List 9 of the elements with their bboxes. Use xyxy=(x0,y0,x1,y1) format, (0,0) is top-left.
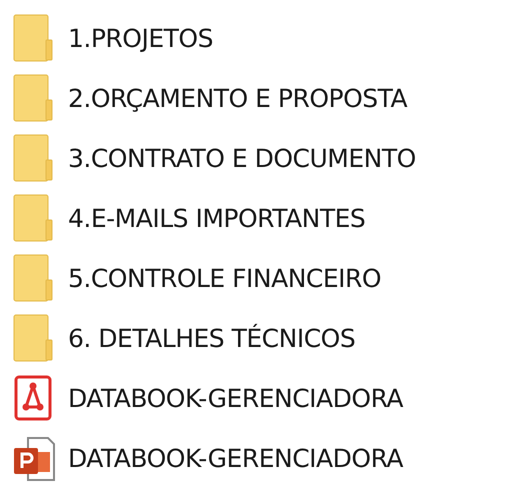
file-name[interactable]: DATABOOK-GERENCIADORA xyxy=(68,444,404,472)
file-name[interactable]: DATABOOK-GERENCIADORA xyxy=(68,384,404,412)
file-name[interactable]: 5.CONTROLE FINANCEIRO xyxy=(68,264,382,292)
file-name[interactable]: 6. DETALHES TÉCNICOS xyxy=(68,324,356,352)
file-name[interactable]: 2.ORÇAMENTO E PROPOSTA xyxy=(68,84,408,112)
file-name[interactable]: 4.E-MAILS IMPORTANTES xyxy=(68,204,366,232)
file-name[interactable]: 1.PROJETOS xyxy=(68,24,213,52)
file-name[interactable]: 3.CONTRATO E DOCUMENTO xyxy=(68,144,416,172)
presentation-file-icon xyxy=(12,434,56,482)
